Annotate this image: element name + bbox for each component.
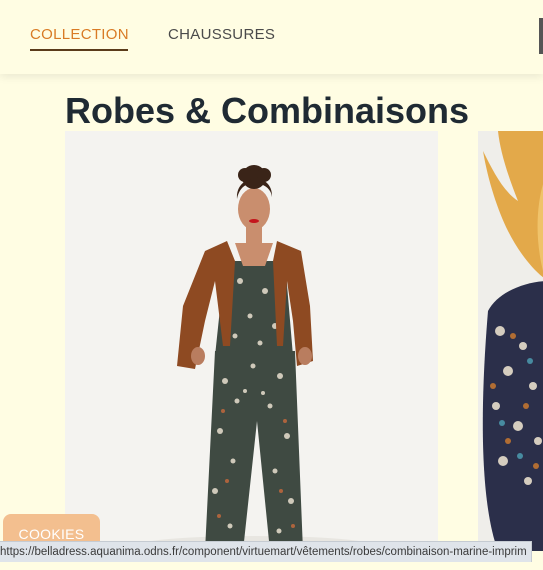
nav-overflow-edge [539,18,543,54]
product-photo-jumpsuit [65,131,438,551]
nav-item-collection[interactable]: COLLECTION [30,26,129,43]
page-title: Robes & Combinaisons [65,90,470,132]
nav-active-underline [30,49,128,51]
browser-status-bar-url: https://belladress.aquanima.odns.fr/comp… [0,541,532,562]
top-navigation: COLLECTION CHAUSSURES [0,0,543,74]
nav-item-chaussures[interactable]: CHAUSSURES [168,26,275,43]
product-image-jumpsuit[interactable] [65,131,438,551]
product-image-blouse[interactable] [478,131,543,551]
product-photo-blouse [478,131,543,551]
page-bottom-strip [0,561,543,570]
page: COLLECTION CHAUSSURES Robes & Combinaiso… [0,0,543,570]
